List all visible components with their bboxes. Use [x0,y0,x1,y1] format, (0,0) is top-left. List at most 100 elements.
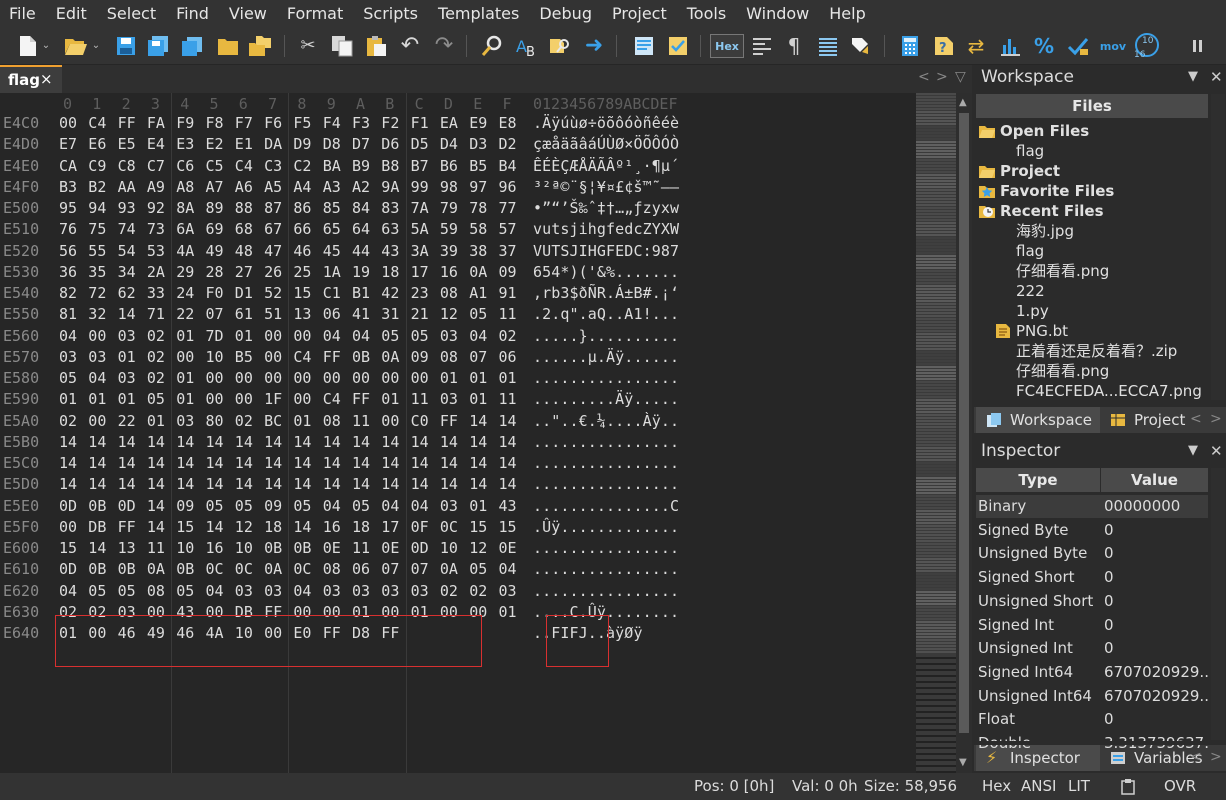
hex-byte[interactable]: A3 [323,178,341,196]
hex-byte[interactable]: 00 [206,369,224,387]
hex-byte[interactable]: 15 [469,518,487,536]
hex-byte[interactable]: 0D [59,497,77,515]
hex-byte[interactable]: 14 [469,475,487,493]
hex-byte[interactable]: 97 [469,178,487,196]
hex-byte[interactable]: E2 [206,135,224,153]
inspector-scrollbar[interactable] [1211,468,1225,740]
open-folder-icon[interactable] [64,34,88,58]
hex-byte[interactable]: 00 [59,518,77,536]
hex-byte[interactable]: 99 [411,178,429,196]
hex-byte[interactable]: 14 [147,454,165,472]
hex-byte[interactable]: 58 [469,220,487,238]
ascii-text[interactable]: ................ [533,369,679,387]
hex-byte[interactable]: 11 [352,539,370,557]
hex-byte[interactable]: 14 [469,412,487,430]
inspector-value[interactable]: 0 [1104,566,1208,589]
tree-item-file[interactable]: 海豹.jpg [1016,221,1074,241]
hex-byte[interactable]: 06 [499,348,517,366]
hex-byte[interactable]: 57 [499,220,517,238]
hex-byte[interactable]: 03 [323,582,341,600]
hex-byte[interactable]: 68 [235,220,253,238]
hex-byte[interactable]: 14 [176,454,194,472]
hex-byte[interactable]: 14 [352,475,370,493]
hex-byte[interactable]: 27 [235,263,253,281]
open-dropdown-icon[interactable]: ⌄ [90,34,102,58]
hex-byte[interactable]: 02 [440,582,458,600]
hex-byte[interactable]: 43 [381,242,399,260]
hex-byte[interactable]: 02 [59,412,77,430]
tree-item-file[interactable]: 1.py [1016,301,1049,321]
hex-byte[interactable]: 91 [499,284,517,302]
hex-byte[interactable]: B4 [499,157,517,175]
inspector-tabs-next-icon[interactable]: > [1210,749,1222,765]
hex-byte[interactable]: 56 [59,242,77,260]
hex-byte[interactable]: B3 [59,178,77,196]
hex-byte[interactable]: 10 [440,539,458,557]
hex-byte[interactable]: 15 [59,539,77,557]
hex-byte[interactable]: EA [440,114,458,132]
hex-byte[interactable]: 11 [411,390,429,408]
hex-byte[interactable]: F8 [206,114,224,132]
hex-byte[interactable]: 14 [235,454,253,472]
hex-byte[interactable]: 14 [293,433,311,451]
hex-byte[interactable]: 69 [206,220,224,238]
hex-byte[interactable]: F3 [352,114,370,132]
hex-byte[interactable]: 14 [352,433,370,451]
hex-byte[interactable]: 14 [147,518,165,536]
tree-item-favorite-files[interactable]: Favorite Files [1000,181,1114,201]
inspector-type-header[interactable]: Type [976,468,1100,492]
hex-byte[interactable]: 72 [88,284,106,302]
hex-byte[interactable]: 08 [323,560,341,578]
hex-byte[interactable]: 3A [411,242,429,260]
hex-byte[interactable]: 04 [352,327,370,345]
hex-byte[interactable]: 14 [206,454,224,472]
hex-byte[interactable]: CA [59,157,77,175]
open-workspace-icon[interactable] [248,34,272,58]
hex-byte[interactable]: 01 [469,497,487,515]
hex-byte[interactable]: BC [264,412,282,430]
hex-byte[interactable]: 05 [88,582,106,600]
hex-byte[interactable]: D3 [469,135,487,153]
hex-byte[interactable]: 14 [88,539,106,557]
hex-byte[interactable]: 0A [264,560,282,578]
hex-byte[interactable]: B5 [235,348,253,366]
hex-byte[interactable]: 33 [147,284,165,302]
hex-byte[interactable]: 0D [411,539,429,557]
hex-byte[interactable]: 01 [147,412,165,430]
hex-byte[interactable]: 7A [411,199,429,217]
inspector-row[interactable]: Signed Short 0 [976,566,1208,589]
hex-byte[interactable]: 16 [323,518,341,536]
hex-byte[interactable]: 18 [264,518,282,536]
hex-byte[interactable]: D7 [352,135,370,153]
hex-byte[interactable]: 07 [411,560,429,578]
tab-prev-icon[interactable]: < [918,69,930,85]
hex-byte[interactable]: 46 [293,242,311,260]
hex-byte[interactable]: 14 [59,475,77,493]
hex-byte[interactable]: FF [118,114,136,132]
menu-window[interactable]: Window [736,0,819,27]
hex-byte[interactable]: A8 [176,178,194,196]
hex-byte[interactable]: 14 [352,454,370,472]
hex-byte[interactable]: 75 [88,220,106,238]
open-project-icon[interactable] [216,34,240,58]
inspector-row[interactable]: Signed Byte 0 [976,519,1208,542]
hex-byte[interactable]: 00 [59,114,77,132]
tree-item-recent-files[interactable]: Recent Files [1000,201,1104,221]
hex-byte[interactable]: 00 [176,348,194,366]
hex-byte[interactable]: 05 [59,369,77,387]
hex-byte[interactable]: 01 [499,369,517,387]
tree-item-project[interactable]: Project [1000,161,1060,181]
hex-byte[interactable]: 04 [59,327,77,345]
hex-byte[interactable]: 14 [59,454,77,472]
hex-byte[interactable]: 14 [499,433,517,451]
hex-byte[interactable]: E6 [88,135,106,153]
hex-byte[interactable]: 77 [499,199,517,217]
hex-byte[interactable]: 14 [206,433,224,451]
hex-byte[interactable]: 03 [264,582,282,600]
hex-byte[interactable]: 14 [411,433,429,451]
menu-templates[interactable]: Templates [428,0,529,27]
hex-byte[interactable]: 26 [264,263,282,281]
hex-byte[interactable]: 19 [352,263,370,281]
hex-byte[interactable]: 84 [352,199,370,217]
hex-byte[interactable]: 88 [235,199,253,217]
